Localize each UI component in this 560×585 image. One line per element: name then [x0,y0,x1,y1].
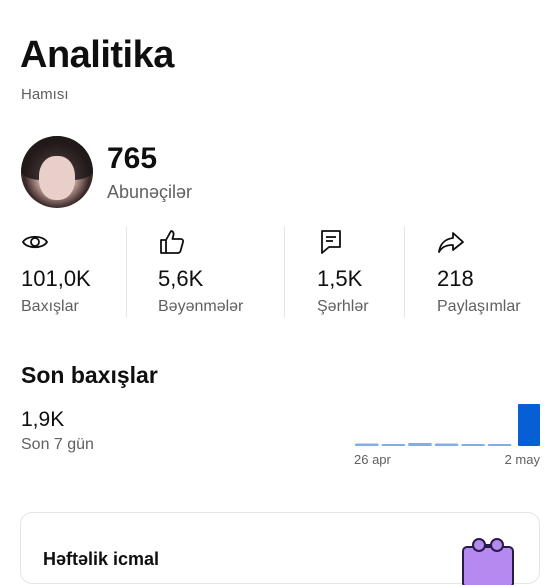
stat-likes-label: Bəyənmələr [158,298,244,315]
calendar-glasses-icon [462,538,514,585]
page-subtitle[interactable]: Hamısı [21,86,69,103]
stats-row: 101,0K Baxışlar 5,6K Bəyənmələr 1,5K Şər… [0,222,560,320]
stat-shares-value: 218 [437,266,474,291]
chart-bar [487,444,512,446]
chart-tick-label: 26 apr [354,452,392,467]
subscribers-count: 765 [107,142,158,175]
weekly-summary-card[interactable]: Həftəlik icmal [20,512,540,585]
chart-bar [355,443,379,446]
subscribers-label: Abunəçilər [107,182,193,202]
stat-likes-value: 5,6K [158,266,204,291]
stat-likes[interactable]: 5,6K Bəyənmələr [158,222,278,320]
comment-icon [321,230,341,254]
recent-views-count: 1,9K [21,408,65,431]
share-icon [438,232,464,253]
page-title: Analitika [20,34,174,76]
chart-bar [381,444,406,446]
eye-icon [21,235,49,249]
stat-divider [126,226,127,318]
stat-views[interactable]: 101,0K Baxışlar [21,222,121,320]
recent-views-chart[interactable]: 26 apr 2 may [354,400,540,470]
stat-views-label: Baxışlar [21,298,79,315]
stat-shares-label: Paylaşımlar [437,298,521,315]
avatar-face [39,156,75,200]
recent-views-title: Son baxışlar [21,362,158,388]
chart-bar [434,443,459,446]
chart-bar [461,444,485,446]
stat-divider [404,226,405,318]
recent-views-period: Son 7 gün [21,436,94,453]
stat-divider [284,226,285,318]
thumbs-up-icon [160,230,185,254]
channel-avatar [21,136,93,208]
stat-comments-value: 1,5K [317,266,363,291]
chart-bar [518,404,540,446]
chart-bar [408,443,432,446]
stat-shares[interactable]: 218 Paylaşımlar [437,222,547,320]
chart-tick-label: 2 may [505,452,540,467]
stat-comments[interactable]: 1,5K Şərhlər [317,222,397,320]
stat-comments-label: Şərhlər [317,298,369,315]
stat-views-value: 101,0K [21,266,91,291]
